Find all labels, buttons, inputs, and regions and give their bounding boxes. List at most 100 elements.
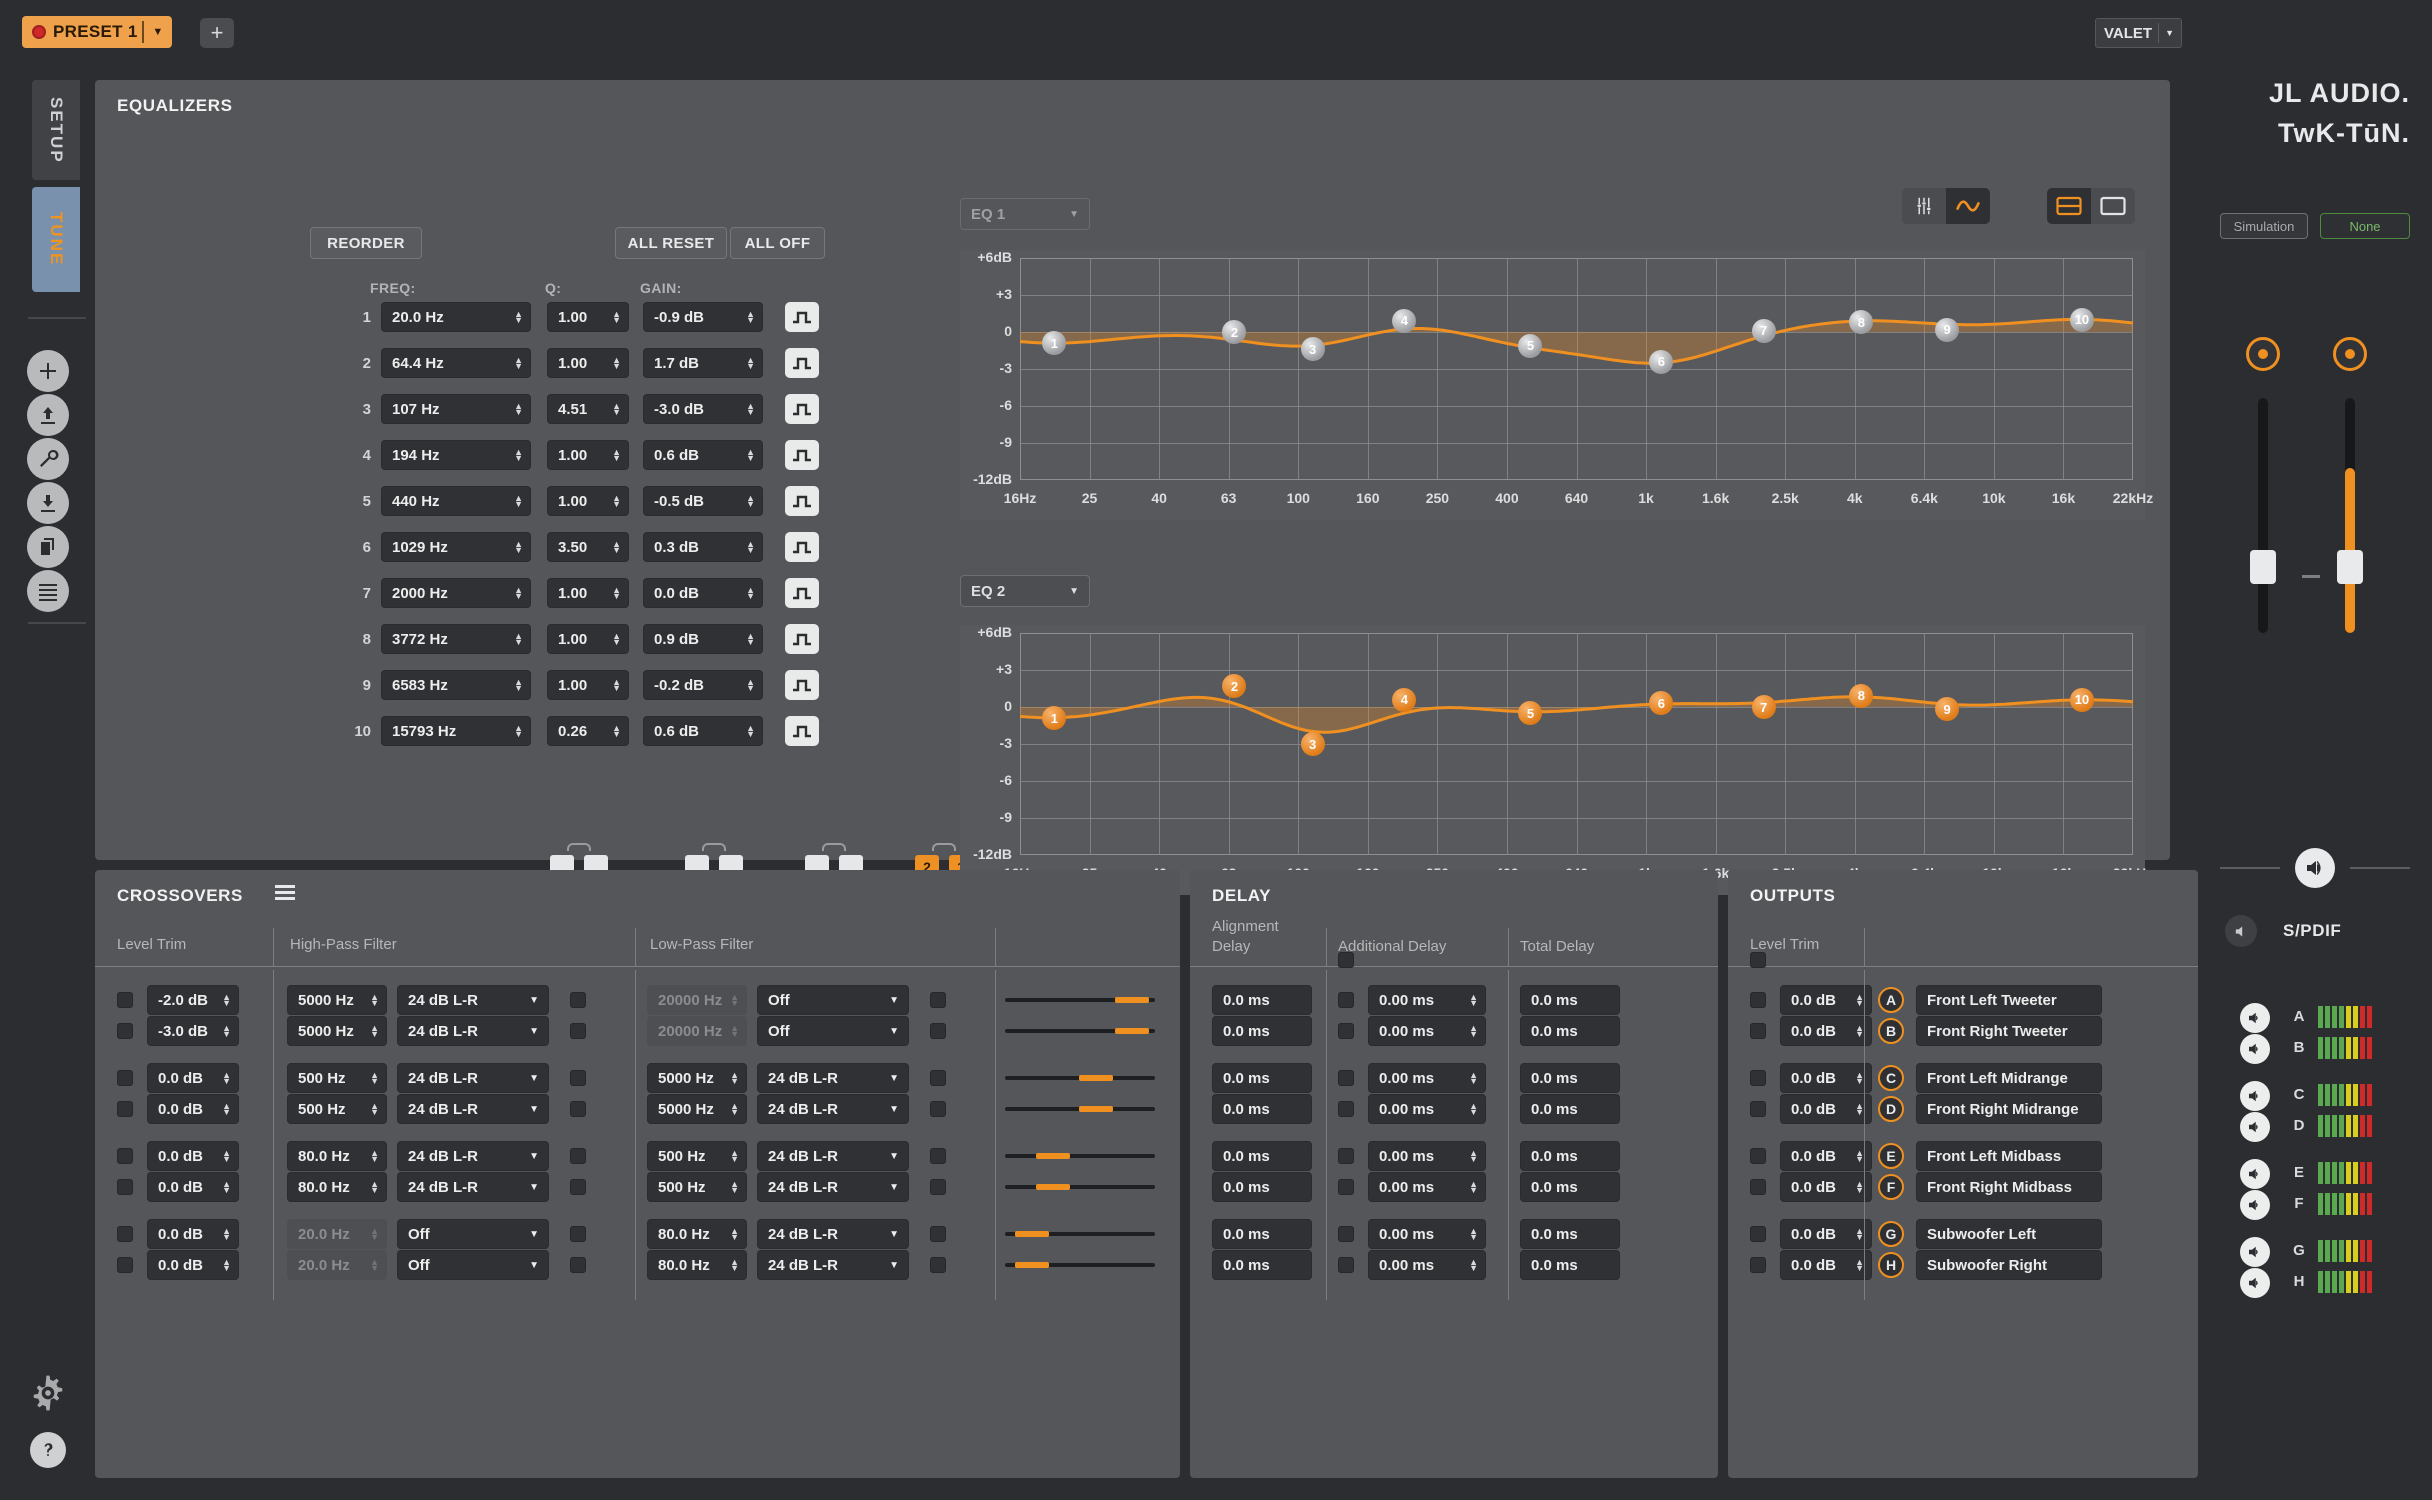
output-level-trim-input[interactable]: 0.0 dB▲▼: [1780, 1250, 1872, 1280]
eq-freq-input[interactable]: 107 Hz▲▼: [381, 394, 531, 424]
level-slider-right[interactable]: [2345, 398, 2355, 633]
output-level-trim-input[interactable]: 0.0 dB▲▼: [1780, 985, 1872, 1015]
high-pass-freq-input[interactable]: 5000 Hz▲▼: [287, 1016, 387, 1046]
low-pass-freq-input[interactable]: 5000 Hz▲▼: [647, 1063, 747, 1093]
eq-band-node[interactable]: 2: [1222, 320, 1246, 344]
valet-selector[interactable]: VALET ▼: [2095, 18, 2182, 48]
high-pass-slope-select[interactable]: 24 dB L-R▼: [397, 985, 549, 1015]
single-view-icon[interactable]: [2091, 188, 2135, 224]
additional-delay-enable-checkbox[interactable]: [1338, 1148, 1354, 1164]
eq-band-node[interactable]: 10: [2070, 688, 2094, 712]
eq-filter-type-button[interactable]: [785, 486, 819, 516]
chevron-down-icon[interactable]: ▼: [529, 1182, 539, 1193]
output-level-trim-input[interactable]: 0.0 dB▲▼: [1780, 1094, 1872, 1124]
low-pass-enable-checkbox[interactable]: [930, 1023, 946, 1039]
low-pass-slope-select[interactable]: 24 dB L-R▼: [757, 1172, 909, 1202]
slider-handle[interactable]: [2337, 550, 2363, 584]
eq-freq-input[interactable]: 194 Hz▲▼: [381, 440, 531, 470]
eq-freq-input[interactable]: 2000 Hz▲▼: [381, 578, 531, 608]
eq-q-input[interactable]: 3.50▲▼: [547, 532, 629, 562]
eq-gain-input[interactable]: 1.7 dB▲▼: [643, 348, 763, 378]
high-pass-freq-input[interactable]: 20.0 Hz▲▼: [287, 1250, 387, 1280]
high-pass-enable-checkbox[interactable]: [570, 1070, 586, 1086]
output-name-input[interactable]: Subwoofer Left: [1916, 1219, 2102, 1249]
additional-delay-input[interactable]: 0.00 ms▲▼: [1368, 1250, 1486, 1280]
chevron-down-icon[interactable]: ▼: [529, 1229, 539, 1240]
chevron-down-icon[interactable]: ▼: [889, 1229, 899, 1240]
chevron-down-icon[interactable]: ▼: [889, 1104, 899, 1115]
eq-gain-input[interactable]: -0.2 dB▲▼: [643, 670, 763, 700]
output-level-trim-input[interactable]: 0.0 dB▲▼: [1780, 1219, 1872, 1249]
eq-band-node[interactable]: 10: [2070, 308, 2094, 332]
high-pass-freq-input[interactable]: 500 Hz▲▼: [287, 1094, 387, 1124]
output-enable-checkbox[interactable]: [1750, 1101, 1766, 1117]
low-pass-freq-input[interactable]: 500 Hz▲▼: [647, 1172, 747, 1202]
eq-q-input[interactable]: 1.00▲▼: [547, 670, 629, 700]
output-mute-icon[interactable]: [2240, 1081, 2270, 1111]
level-trim-input[interactable]: 0.0 dB▲▼: [147, 1063, 239, 1093]
low-pass-slope-select[interactable]: 24 dB L-R▼: [757, 1219, 909, 1249]
output-name-input[interactable]: Front Left Tweeter: [1916, 985, 2102, 1015]
output-enable-checkbox[interactable]: [1750, 1257, 1766, 1273]
eq-filter-type-button[interactable]: [785, 670, 819, 700]
all-off-button[interactable]: ALL OFF: [730, 227, 825, 259]
additional-delay-input[interactable]: 0.00 ms▲▼: [1368, 1094, 1486, 1124]
add-preset-button[interactable]: +: [200, 18, 234, 48]
all-reset-button[interactable]: ALL RESET: [615, 227, 727, 259]
channel-enable-checkbox[interactable]: [117, 1101, 133, 1117]
low-pass-slope-select[interactable]: Off▼: [757, 1016, 909, 1046]
high-pass-slope-select[interactable]: 24 dB L-R▼: [397, 1063, 549, 1093]
eq-filter-type-button[interactable]: [785, 348, 819, 378]
chevron-down-icon[interactable]: ▼: [529, 1073, 539, 1084]
additional-delay-enable-checkbox[interactable]: [1338, 1257, 1354, 1273]
output-mute-icon[interactable]: [2240, 1237, 2270, 1267]
eq1-selector[interactable]: EQ 1 ▼: [960, 198, 1090, 230]
high-pass-enable-checkbox[interactable]: [570, 992, 586, 1008]
eq-band-node[interactable]: 3: [1301, 337, 1325, 361]
spdif-mute-icon[interactable]: [2225, 915, 2257, 947]
simulation-badge[interactable]: Simulation: [2220, 213, 2308, 239]
output-enable-checkbox[interactable]: [1750, 1070, 1766, 1086]
low-pass-freq-input[interactable]: 80.0 Hz▲▼: [647, 1219, 747, 1249]
eq-filter-type-button[interactable]: [785, 716, 819, 746]
eq-gain-input[interactable]: 0.0 dB▲▼: [643, 578, 763, 608]
status-badge-none[interactable]: None: [2320, 213, 2410, 239]
eq-freq-input[interactable]: 20.0 Hz▲▼: [381, 302, 531, 332]
level-trim-input[interactable]: 0.0 dB▲▼: [147, 1094, 239, 1124]
eq-band-node[interactable]: 9: [1935, 697, 1959, 721]
output-level-trim-input[interactable]: 0.0 dB▲▼: [1780, 1141, 1872, 1171]
eq-freq-input[interactable]: 440 Hz▲▼: [381, 486, 531, 516]
high-pass-freq-input[interactable]: 20.0 Hz▲▼: [287, 1219, 387, 1249]
eq-gain-input[interactable]: 0.3 dB▲▼: [643, 532, 763, 562]
level-trim-input[interactable]: 0.0 dB▲▼: [147, 1250, 239, 1280]
chevron-down-icon[interactable]: ▼: [529, 1260, 539, 1271]
eq2-selector[interactable]: EQ 2 ▼: [960, 575, 1090, 607]
additional-delay-input[interactable]: 0.00 ms▲▼: [1368, 1016, 1486, 1046]
additional-delay-enable-checkbox[interactable]: [1338, 1070, 1354, 1086]
output-enable-checkbox[interactable]: [1750, 1226, 1766, 1242]
list-icon[interactable]: [27, 570, 69, 612]
chevron-down-icon[interactable]: ▼: [2165, 28, 2177, 38]
high-pass-slope-select[interactable]: Off▼: [397, 1219, 549, 1249]
crossover-band-slider[interactable]: [1005, 1016, 1155, 1046]
channel-enable-checkbox[interactable]: [117, 992, 133, 1008]
eq-band-node[interactable]: 1: [1042, 706, 1066, 730]
low-pass-enable-checkbox[interactable]: [930, 992, 946, 1008]
additional-delay-master-checkbox[interactable]: [1338, 952, 1354, 968]
additional-delay-input[interactable]: 0.00 ms▲▼: [1368, 1063, 1486, 1093]
eq-freq-input[interactable]: 6583 Hz▲▼: [381, 670, 531, 700]
sidebar-item-tune[interactable]: TUNE: [32, 187, 80, 292]
low-pass-freq-input[interactable]: 20000 Hz▲▼: [647, 1016, 747, 1046]
low-pass-enable-checkbox[interactable]: [930, 1101, 946, 1117]
high-pass-enable-checkbox[interactable]: [570, 1148, 586, 1164]
eq-filter-type-button[interactable]: [785, 624, 819, 654]
hamburger-icon[interactable]: [275, 884, 295, 907]
chevron-down-icon[interactable]: ▼: [889, 995, 899, 1006]
wave-icon[interactable]: [1946, 188, 1990, 224]
low-pass-enable-checkbox[interactable]: [930, 1257, 946, 1273]
low-pass-freq-input[interactable]: 5000 Hz▲▼: [647, 1094, 747, 1124]
preset-selector[interactable]: PRESET 1 ▼: [22, 16, 172, 48]
output-enable-checkbox[interactable]: [1750, 1179, 1766, 1195]
low-pass-slope-select[interactable]: 24 dB L-R▼: [757, 1141, 909, 1171]
output-name-input[interactable]: Front Left Midrange: [1916, 1063, 2102, 1093]
